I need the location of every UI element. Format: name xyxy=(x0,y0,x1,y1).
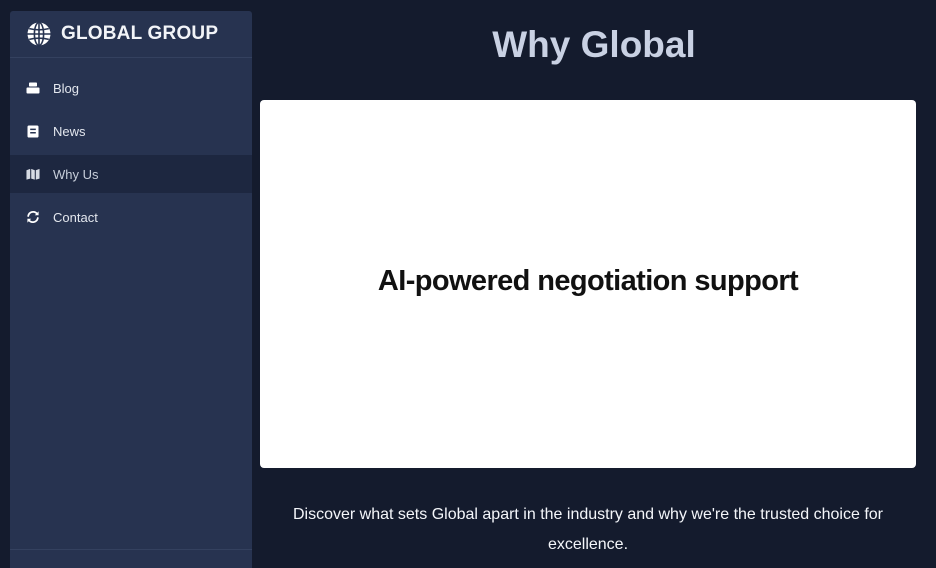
sidebar-item-label: Why Us xyxy=(53,166,99,182)
sidebar-item-label: News xyxy=(53,123,86,139)
brand-title: GLOBAL GROUP xyxy=(61,23,219,44)
page-title: Why Global xyxy=(492,24,696,65)
sidebar-item-contact[interactable]: Contact xyxy=(10,198,252,236)
sidebar-item-label: Contact xyxy=(53,209,98,225)
sidebar-nav: Blog News Why Us Contact xyxy=(10,69,252,236)
sidebar-footer-divider xyxy=(10,549,252,550)
globe-icon xyxy=(26,21,52,47)
map-icon xyxy=(26,167,40,181)
sidebar-item-label: Blog xyxy=(53,80,80,96)
feature-text: AI-powered negotiation support xyxy=(377,264,799,297)
newspaper-icon xyxy=(26,124,40,138)
inbox-tray-icon xyxy=(26,81,40,95)
feature-card: AI-powered negotiation support xyxy=(260,100,916,468)
brand[interactable]: GLOBAL GROUP xyxy=(10,11,252,58)
sidebar-item-why-us[interactable]: Why Us xyxy=(10,155,252,193)
sidebar-item-news[interactable]: News xyxy=(10,112,252,150)
refresh-icon xyxy=(26,210,40,224)
app-root: GLOBAL GROUP Blog News Why Us Contact Wh… xyxy=(0,0,936,568)
sidebar-item-blog[interactable]: Blog xyxy=(10,69,252,107)
sidebar: GLOBAL GROUP Blog News Why Us Contact xyxy=(10,11,252,568)
page-description: Discover what sets Global apart in the i… xyxy=(292,506,883,553)
